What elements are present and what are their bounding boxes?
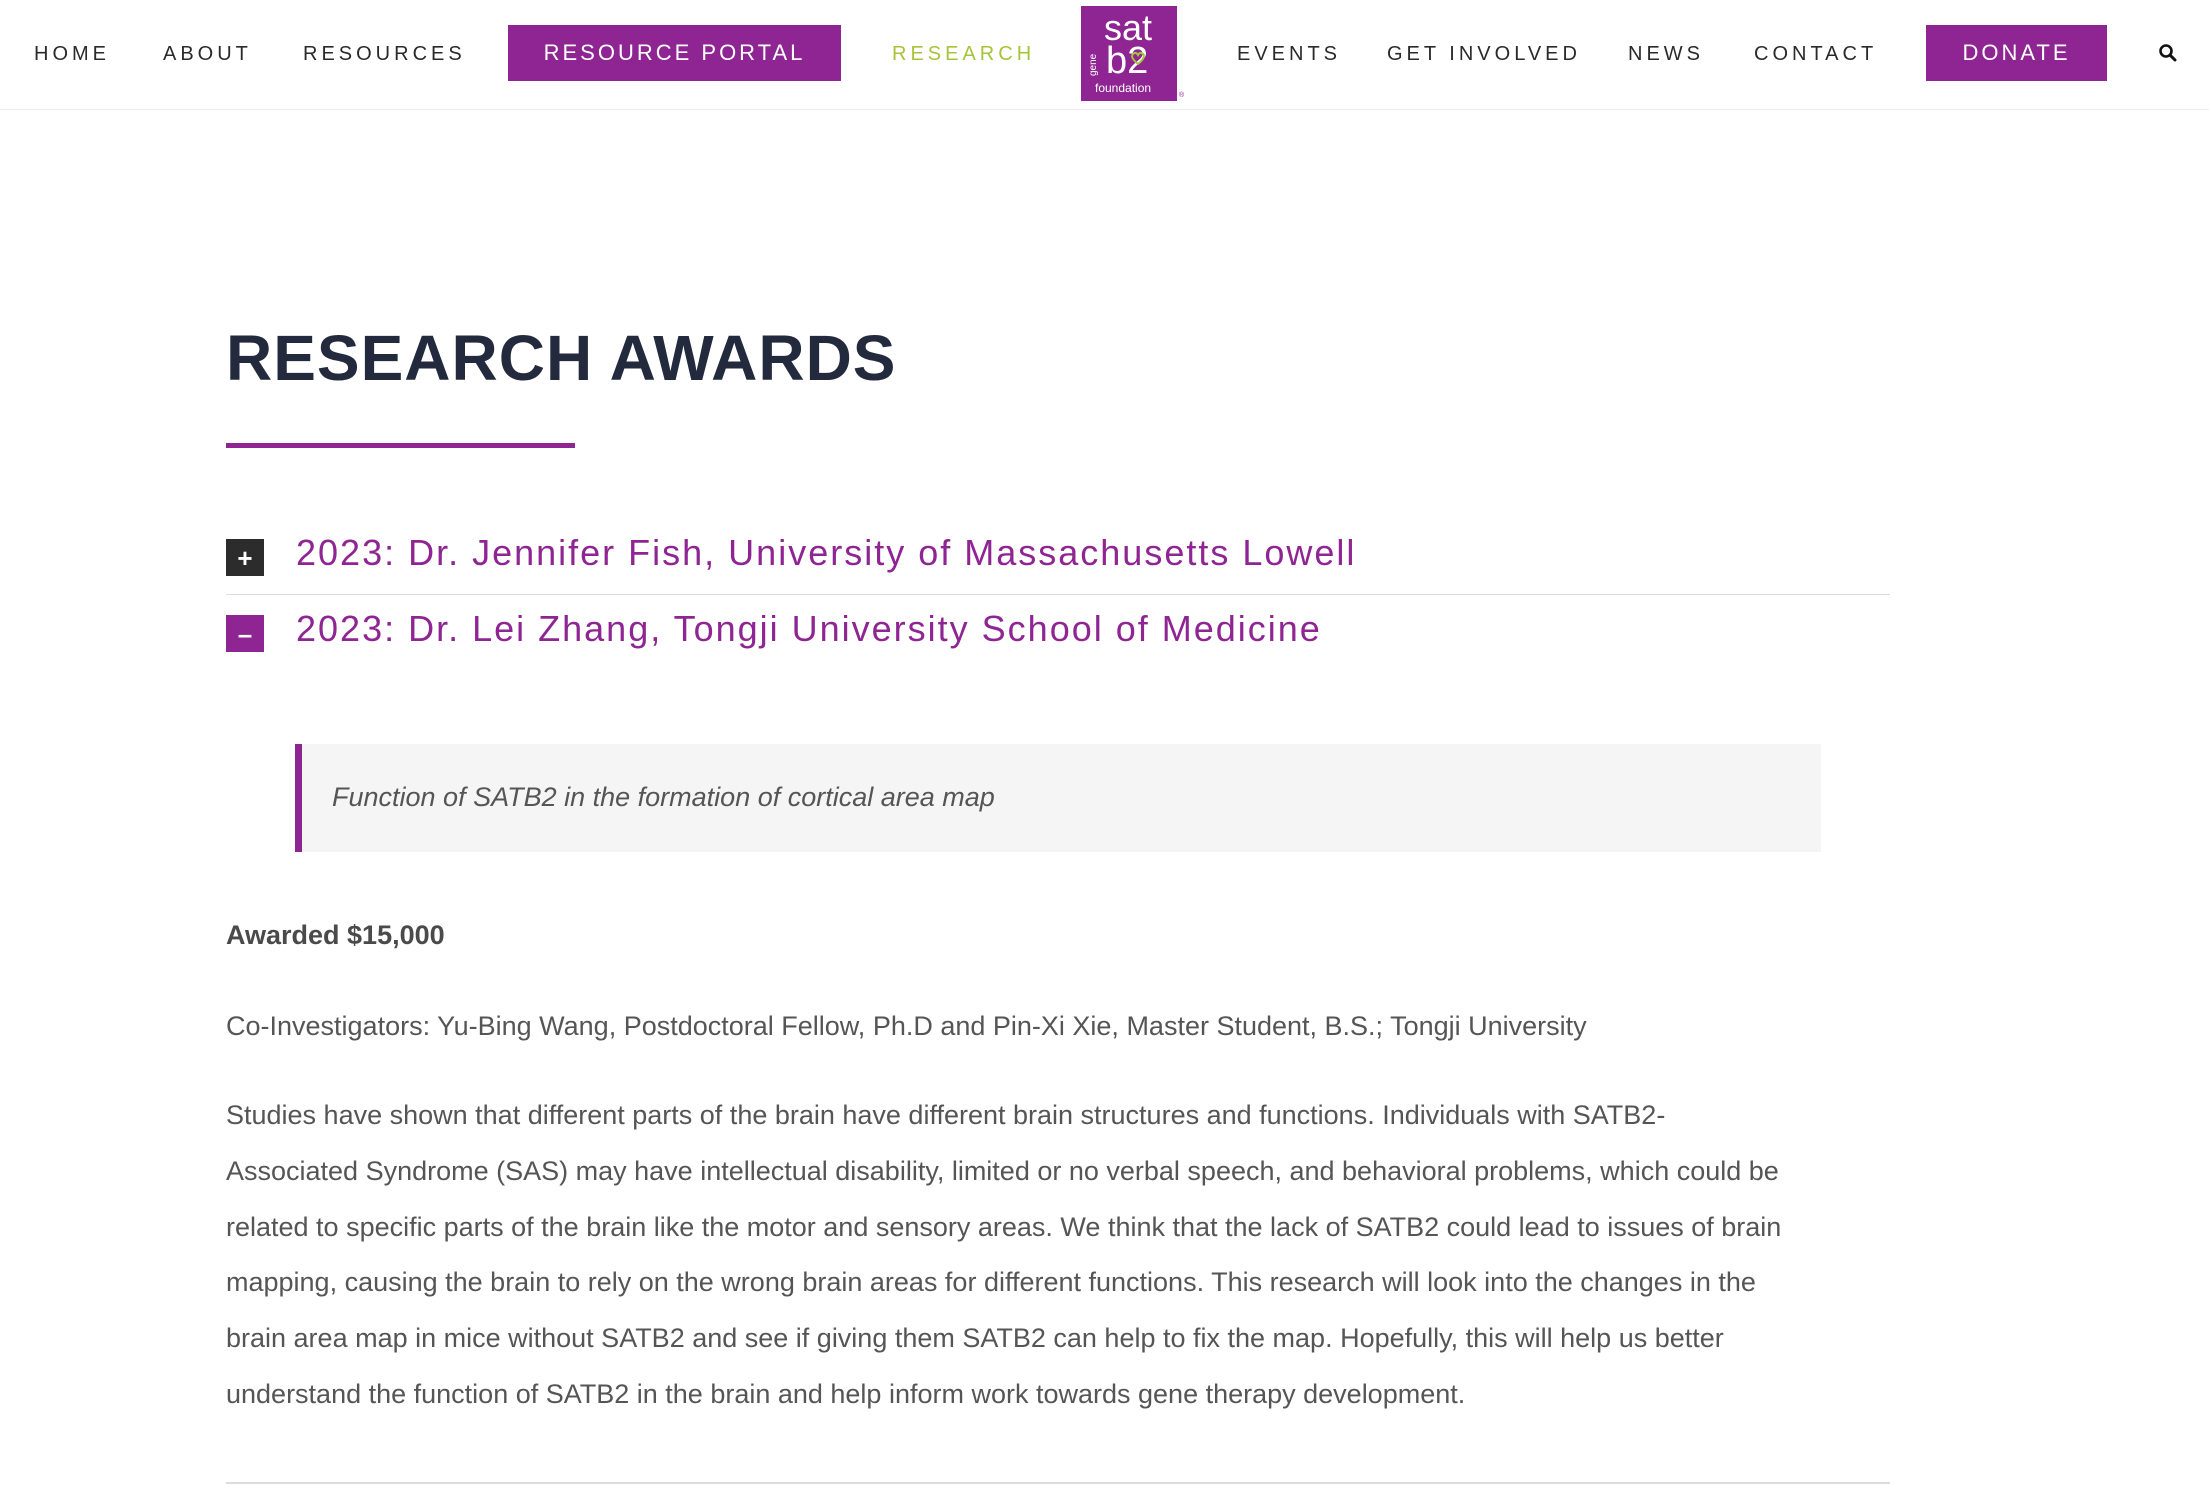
nav-about[interactable]: ABOUT (163, 42, 252, 66)
nav-get-involved[interactable]: GET INVOLVED (1387, 42, 1581, 66)
nav-home[interactable]: HOME (34, 42, 110, 66)
satb2-logo[interactable]: sat gene b2 foundation (1081, 6, 1177, 101)
search-icon[interactable] (2158, 43, 2178, 63)
award-description-line: Associated Syndrome (SAS) may have intel… (226, 1156, 1779, 1186)
award-description-line: mapping, causing the brain to rely on th… (226, 1267, 1756, 1297)
donate-button[interactable]: DONATE (1926, 25, 2107, 81)
accordion-divider (226, 594, 1890, 595)
accordion-title-lei-zhang[interactable]: 2023: Dr. Lei Zhang, Tongji University S… (296, 607, 1322, 651)
title-underline (226, 443, 575, 448)
nav-research[interactable]: RESEARCH (892, 42, 1035, 66)
award-description-line: related to specific parts of the brain l… (226, 1212, 1782, 1242)
nav-news[interactable]: NEWS (1628, 42, 1704, 66)
co-investigators: Co-Investigators: Yu-Bing Wang, Postdoct… (226, 1011, 1587, 1041)
award-quote-text: Function of SATB2 in the formation of co… (332, 782, 995, 812)
registered-mark: ® (1179, 92, 1185, 99)
page-title: RESEARCH AWARDS (226, 322, 897, 394)
nav-resources[interactable]: RESOURCES (303, 42, 466, 66)
accordion-collapse-toggle[interactable]: – (226, 615, 264, 652)
award-quote-block: Function of SATB2 in the formation of co… (295, 744, 1821, 852)
award-description-line: understand the function of SATB2 in the … (226, 1379, 1466, 1409)
resource-portal-button[interactable]: RESOURCE PORTAL (508, 25, 841, 81)
accordion-expand-toggle[interactable]: + (226, 539, 264, 576)
site-header: HOME ABOUT RESOURCES RESOURCE PORTAL RES… (0, 0, 2209, 110)
logo-foundation-text: foundation (1095, 81, 1152, 95)
award-description-line: brain area map in mice without SATB2 and… (226, 1323, 1724, 1353)
nav-events[interactable]: EVENTS (1237, 42, 1341, 66)
heart-icon (1131, 51, 1145, 66)
section-divider (226, 1482, 1890, 1484)
award-description-line: Studies have shown that different parts … (226, 1100, 1666, 1130)
nav-contact[interactable]: CONTACT (1754, 42, 1877, 66)
logo-gene-text: gene (1088, 53, 1099, 76)
accordion-title-jennifer-fish[interactable]: 2023: Dr. Jennifer Fish, University of M… (296, 531, 1356, 575)
award-amount: Awarded $15,000 (226, 920, 445, 950)
